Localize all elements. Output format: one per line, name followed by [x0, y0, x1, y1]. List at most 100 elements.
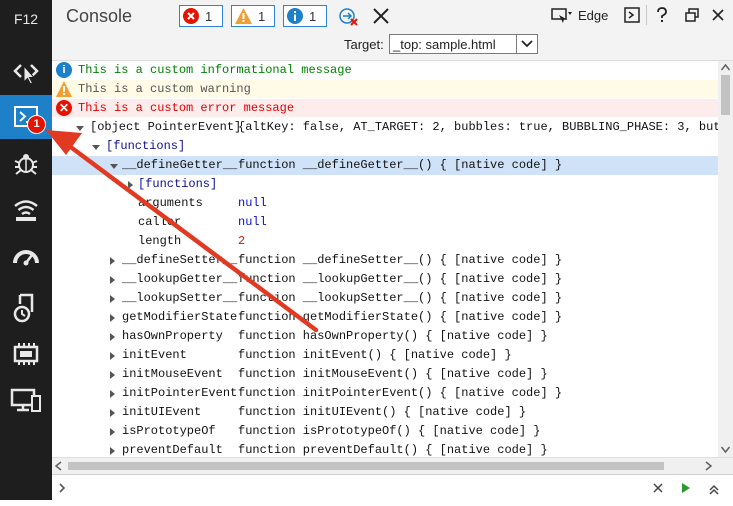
document-mode-icon-wrap[interactable]: [550, 6, 574, 26]
target-label: Target:: [344, 37, 384, 52]
property-key: preventDefault: [122, 443, 223, 457]
property-key: isPrototypeOf: [122, 424, 216, 438]
toolbar-divider: [646, 5, 647, 25]
emulation-tool[interactable]: [0, 378, 52, 422]
console-input[interactable]: [52, 474, 733, 501]
warning-icon: [56, 81, 72, 97]
memory-icon: [13, 293, 34, 323]
clear-on-navigate-button[interactable]: [337, 5, 359, 27]
warnings-filter-button[interactable]: 1: [231, 5, 275, 27]
page-title: Console: [66, 6, 133, 26]
clear-on-navigate-icon: [339, 8, 358, 26]
property-key: initPointerEvent: [122, 386, 238, 400]
property-value: null: [238, 215, 267, 229]
expand-arrow-icon[interactable]: [128, 181, 133, 189]
tree-row[interactable]: __lookupGetter__ function __lookupGetter…: [52, 270, 718, 289]
devices-icon: [10, 388, 41, 412]
clear-console-button[interactable]: [370, 5, 392, 27]
object-row[interactable]: [object PointerEvent] {altKey: false, AT…: [52, 118, 718, 137]
expand-arrow-icon[interactable]: [110, 352, 115, 360]
vertical-scrollbar[interactable]: [718, 61, 733, 457]
tree-row[interactable]: hasOwnProperty function hasOwnProperty()…: [52, 327, 718, 346]
scroll-left-icon: [54, 461, 62, 471]
chevron-down-icon[interactable]: [516, 35, 537, 53]
tree-row[interactable]: __defineSetter__ function __defineSetter…: [52, 251, 718, 270]
property-value: function isPrototypeOf() { [native code]…: [238, 424, 541, 438]
tree-row[interactable]: initPointerEvent function initPointerEve…: [52, 384, 718, 403]
tree-row[interactable]: initMouseEvent function initMouseEvent()…: [52, 365, 718, 384]
expand-arrow-icon[interactable]: [110, 295, 115, 303]
tree-row[interactable]: __lookupSetter__ function __lookupSetter…: [52, 289, 718, 308]
dom-explorer-tool[interactable]: [0, 50, 52, 94]
property-key: caller: [138, 215, 182, 229]
expand-arrow-icon[interactable]: [110, 447, 115, 455]
tree-row[interactable]: initUIEvent function initUIEvent() { [na…: [52, 403, 718, 422]
expand-arrow-icon[interactable]: [92, 145, 100, 150]
help-icon: [657, 7, 667, 22]
tool-sidebar: F12 1: [0, 0, 52, 500]
expand-arrow-icon[interactable]: [110, 257, 115, 265]
tree-row[interactable]: getModifierState function getModifierSta…: [52, 308, 718, 327]
scroll-down-icon: [720, 446, 731, 454]
document-mode-label[interactable]: Edge: [578, 8, 608, 23]
property-value: function hasOwnProperty() { [native code…: [238, 329, 548, 343]
tree-row[interactable]: length 2: [52, 232, 718, 251]
close-icon: [373, 8, 389, 24]
property-key: __defineSetter__: [122, 253, 238, 267]
property-value: function initEvent() { [native code] }: [238, 348, 512, 362]
console-message-warning: This is a custom warning: [52, 80, 718, 98]
network-tool[interactable]: [0, 188, 52, 232]
expand-arrow-icon[interactable]: [110, 314, 115, 322]
property-value: function __lookupGetter__() { [native co…: [238, 272, 563, 286]
tree-row[interactable]: isPrototypeOf function isPrototypeOf() {…: [52, 422, 718, 441]
tree-row[interactable]: caller null: [52, 213, 718, 232]
console-tool[interactable]: 1: [0, 95, 52, 139]
property-key: arguments: [138, 196, 203, 210]
expand-arrow-icon[interactable]: [110, 333, 115, 341]
close-devtools-button[interactable]: [708, 5, 728, 25]
undock-button[interactable]: [682, 5, 702, 25]
warning-icon: [235, 8, 252, 24]
expand-arrow-icon[interactable]: [110, 428, 115, 436]
info-icon: [287, 8, 303, 24]
property-value: function initPointerEvent() { [native co…: [238, 386, 563, 400]
property-value: function __defineSetter__() { [native co…: [238, 253, 563, 267]
expand-arrow-icon[interactable]: [110, 276, 115, 284]
target-select[interactable]: _top: sample.html: [389, 34, 538, 54]
info-filter-button[interactable]: 1: [283, 5, 327, 27]
errors-filter-button[interactable]: 1: [179, 5, 223, 27]
functions-group-row[interactable]: [functions]: [52, 137, 718, 156]
info-icon: i: [56, 62, 72, 78]
expand-input-icon: [709, 484, 719, 495]
expand-arrow-icon[interactable]: [110, 390, 115, 398]
error-icon: ✕: [56, 100, 72, 116]
help-button[interactable]: [652, 5, 672, 25]
property-key: length: [138, 234, 182, 248]
debugger-tool[interactable]: [0, 142, 52, 186]
emulation-chip-tool[interactable]: [0, 332, 52, 376]
scroll-thumb: [721, 75, 730, 115]
tree-row[interactable]: preventDefault function preventDefault()…: [52, 441, 718, 457]
message-text: This is a custom informational message: [78, 63, 352, 77]
gauge-icon: [13, 250, 39, 266]
error-icon: [183, 8, 199, 24]
tree-row[interactable]: [functions]: [52, 175, 718, 194]
run-icon: [682, 483, 690, 493]
console-header: Console 1 1 1 Edge Target: _top: sample.…: [52, 0, 733, 61]
console-error-badge: 1: [27, 115, 46, 134]
horizontal-scrollbar[interactable]: [52, 457, 733, 474]
memory-tool[interactable]: [0, 286, 52, 330]
property-value: function initMouseEvent() { [native code…: [238, 367, 548, 381]
object-label: [object PointerEvent]: [90, 120, 242, 134]
expand-arrow-icon[interactable]: [110, 409, 115, 417]
console-toggle-button[interactable]: [622, 5, 642, 25]
expand-arrow-icon[interactable]: [110, 164, 118, 169]
property-value: null: [238, 196, 267, 210]
tree-row[interactable]: arguments null: [52, 194, 718, 213]
expand-arrow-icon[interactable]: [76, 126, 84, 131]
tree-row[interactable]: __defineGetter__ function __defineGetter…: [52, 156, 718, 175]
expand-arrow-icon[interactable]: [110, 371, 115, 379]
undock-icon: [685, 8, 699, 22]
tree-row[interactable]: initEvent function initEvent() { [native…: [52, 346, 718, 365]
performance-tool[interactable]: [0, 234, 52, 278]
